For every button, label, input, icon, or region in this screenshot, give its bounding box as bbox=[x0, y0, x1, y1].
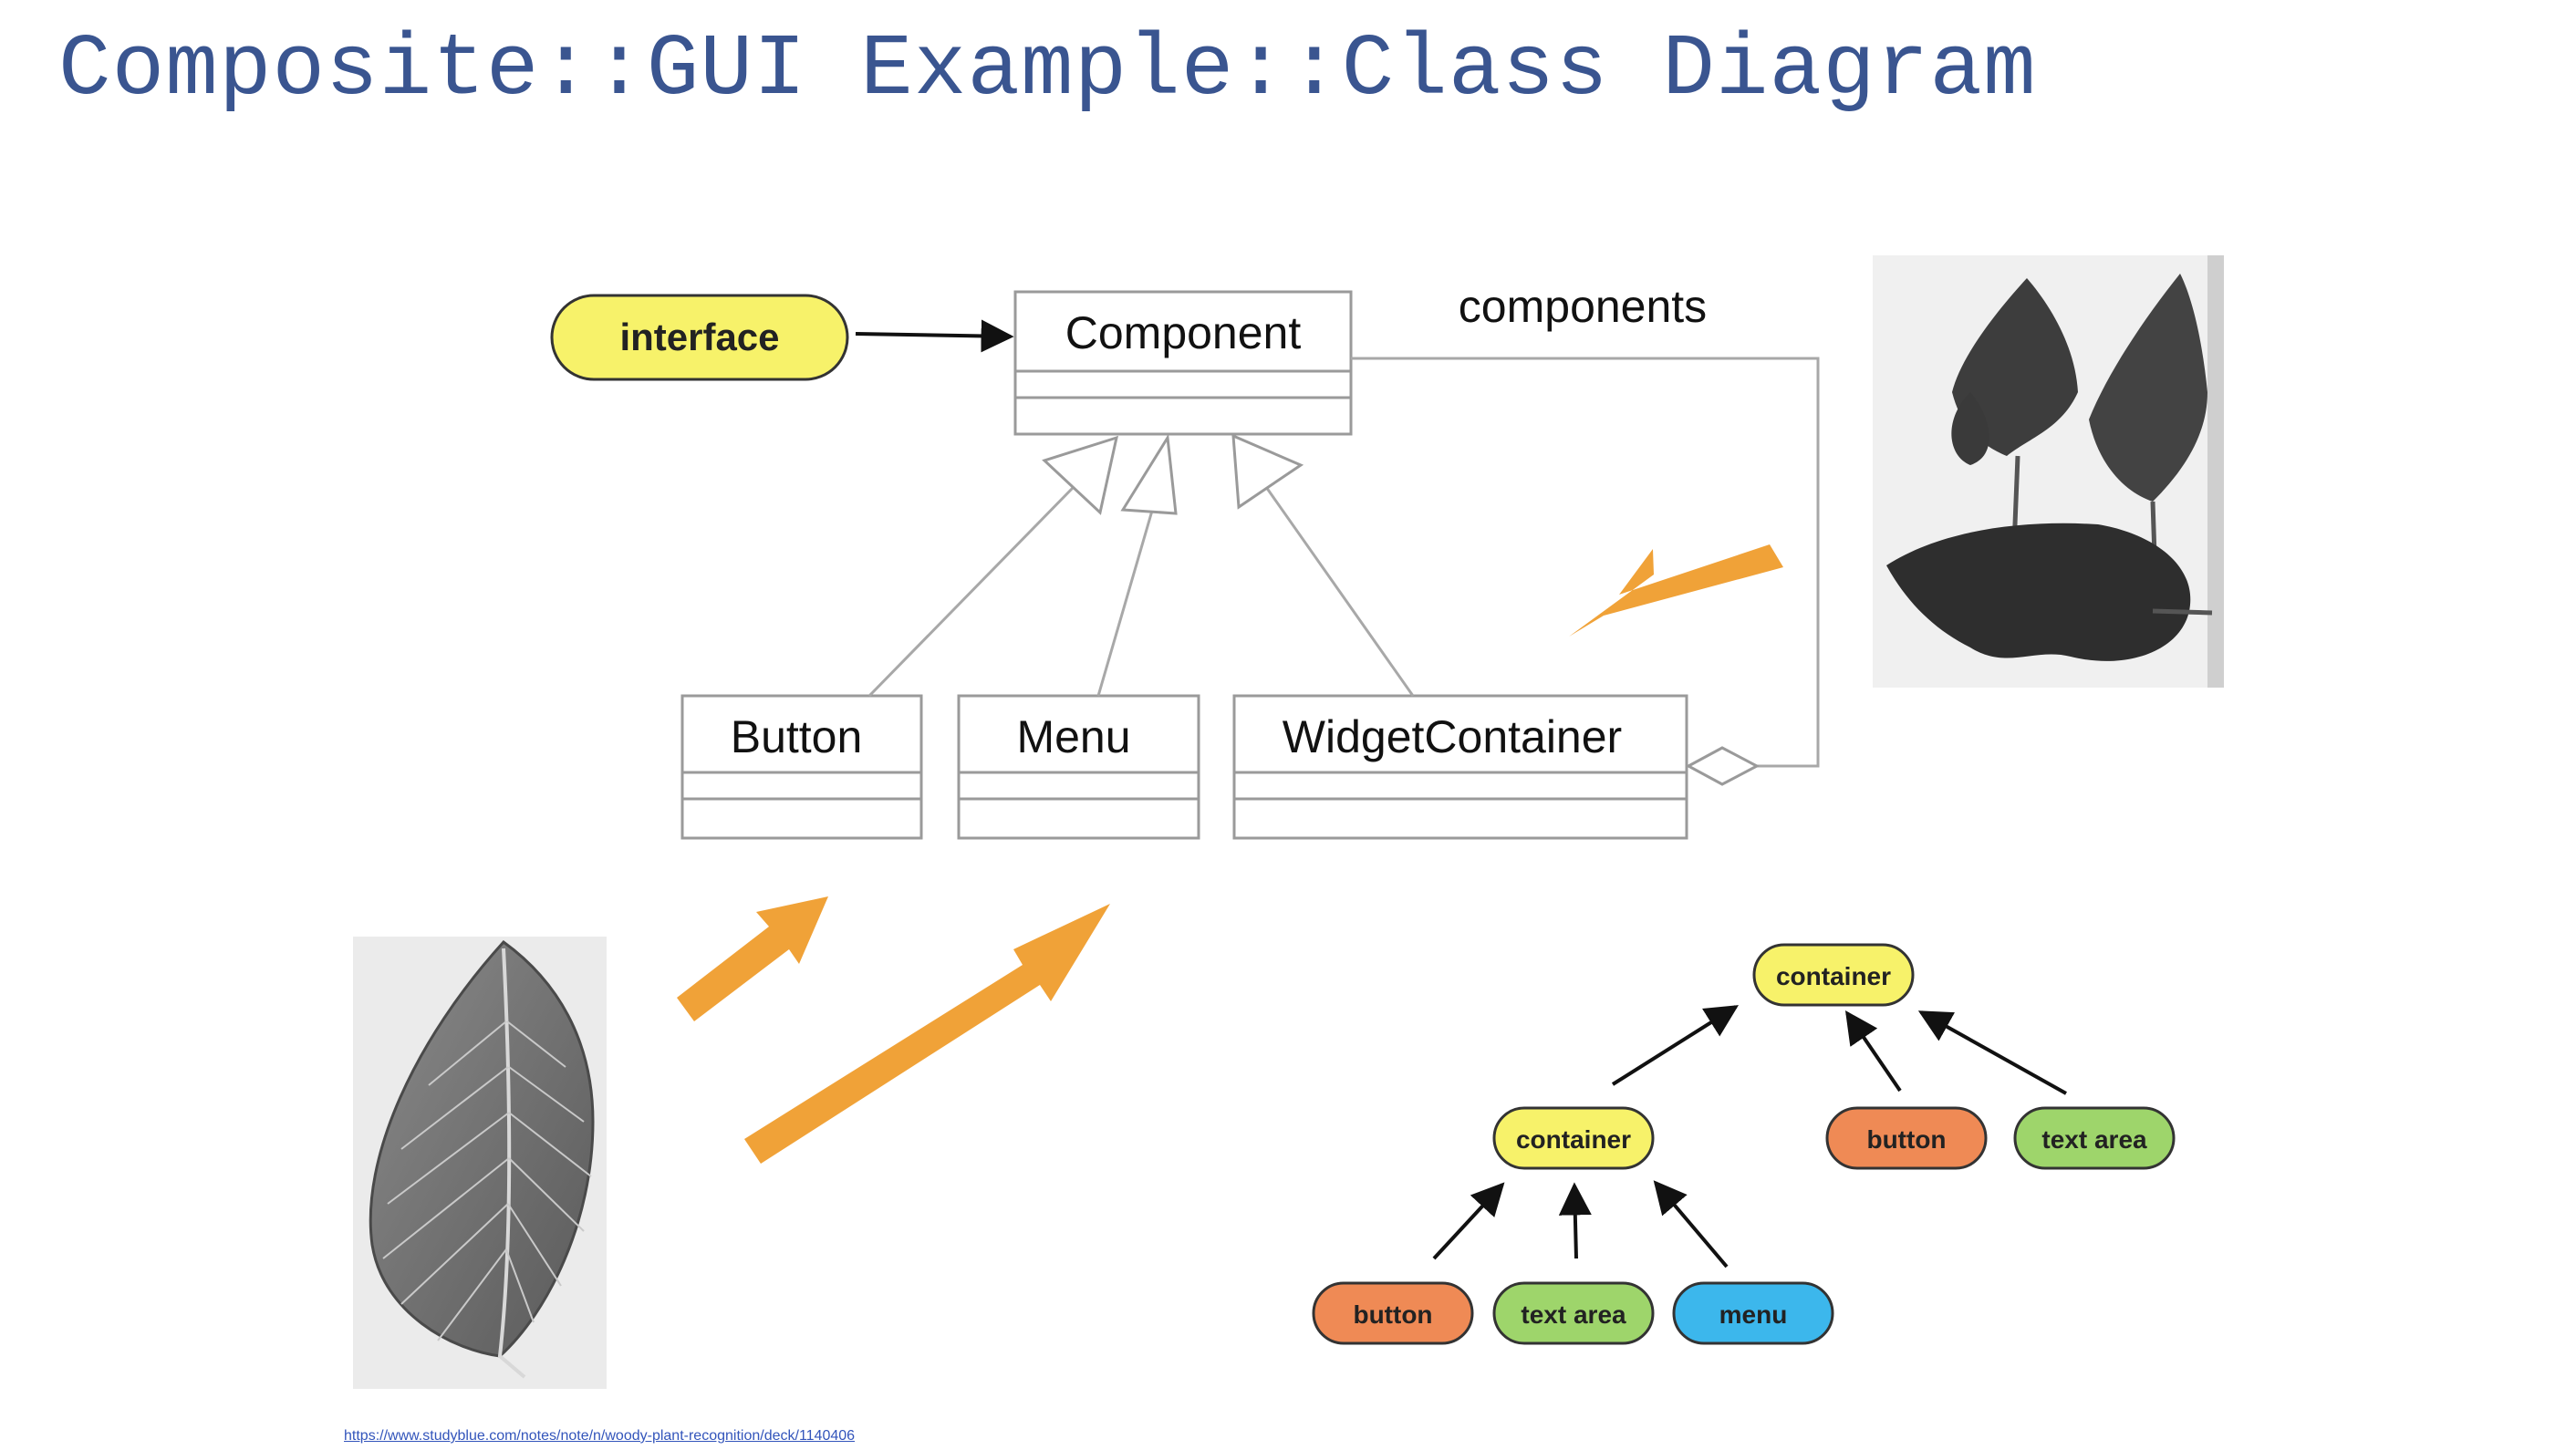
widget-container-class: WidgetContainer bbox=[1232, 694, 1688, 840]
menu-inheritance-arrowhead bbox=[1120, 433, 1178, 515]
tree-node-root-container-label: container bbox=[1776, 962, 1891, 990]
tree-node-root-button: button bbox=[1825, 1106, 1988, 1170]
leaves-photo bbox=[1873, 255, 2224, 688]
menu-class: Menu bbox=[957, 694, 1200, 840]
button-class: Button bbox=[680, 694, 923, 840]
highlight-arrows bbox=[677, 544, 1783, 1164]
tree-arrow-leaf-menu-to-container bbox=[1653, 1180, 1729, 1269]
tree-node-child-container-label: container bbox=[1516, 1125, 1631, 1154]
menu-class-name: Menu bbox=[1016, 711, 1130, 762]
component-class-name: Component bbox=[1065, 307, 1302, 358]
button-inheritance-arrowhead bbox=[1042, 435, 1119, 515]
tree-node-root-text-area: text area bbox=[2013, 1106, 2176, 1170]
class-diagram: Component Button Menu WidgetContainer co… bbox=[353, 255, 2224, 1389]
button-class-name: Button bbox=[731, 711, 863, 762]
orange-arrow-to-button bbox=[677, 896, 828, 1021]
generalization-arrowheads bbox=[1042, 433, 1304, 515]
tree-node-root-text-area-label: text area bbox=[2041, 1125, 2147, 1154]
component-class: Component bbox=[1013, 290, 1353, 436]
tree-node-leaf-button: button bbox=[1312, 1281, 1474, 1345]
tree-arrow-leaf-button-to-container bbox=[1432, 1182, 1505, 1260]
widget-container-class-name: WidgetContainer bbox=[1283, 711, 1622, 762]
interface-label: interface bbox=[619, 316, 779, 358]
orange-arrow-to-widget-container bbox=[1569, 544, 1783, 637]
tree-node-leaf-menu: menu bbox=[1672, 1281, 1834, 1345]
association-label: components bbox=[1459, 281, 1707, 332]
tree-node-leaf-text-area: text area bbox=[1492, 1281, 1655, 1345]
tree-arrow-root-button-to-root bbox=[1844, 1010, 1902, 1093]
leaf-photo bbox=[353, 937, 607, 1389]
aggregation-diamond bbox=[1685, 746, 1761, 786]
source-link[interactable]: https://www.studyblue.com/notes/note/n/w… bbox=[344, 1428, 855, 1445]
interface-callout: interface bbox=[550, 294, 1014, 381]
tree-node-leaf-text-area-label: text area bbox=[1521, 1300, 1626, 1329]
interface-arrow bbox=[855, 319, 1014, 353]
generalization-lines bbox=[867, 486, 1415, 698]
object-tree: container container button text area but… bbox=[1312, 943, 2176, 1345]
tree-arrow-child-container-to-root bbox=[1611, 1005, 1740, 1086]
tree-node-child-container: container bbox=[1492, 1106, 1655, 1170]
tree-node-leaf-menu-label: menu bbox=[1719, 1300, 1788, 1329]
tree-node-root-container: container bbox=[1752, 943, 1915, 1007]
tree-arrow-leaf-text-area-to-container bbox=[1558, 1182, 1592, 1259]
widget-inheritance-arrowhead bbox=[1231, 433, 1304, 510]
tree-node-leaf-button-label: button bbox=[1353, 1300, 1432, 1329]
tree-node-root-button-label: button bbox=[1866, 1125, 1946, 1154]
tree-arrow-root-text-area-to-root bbox=[1917, 1010, 2067, 1095]
